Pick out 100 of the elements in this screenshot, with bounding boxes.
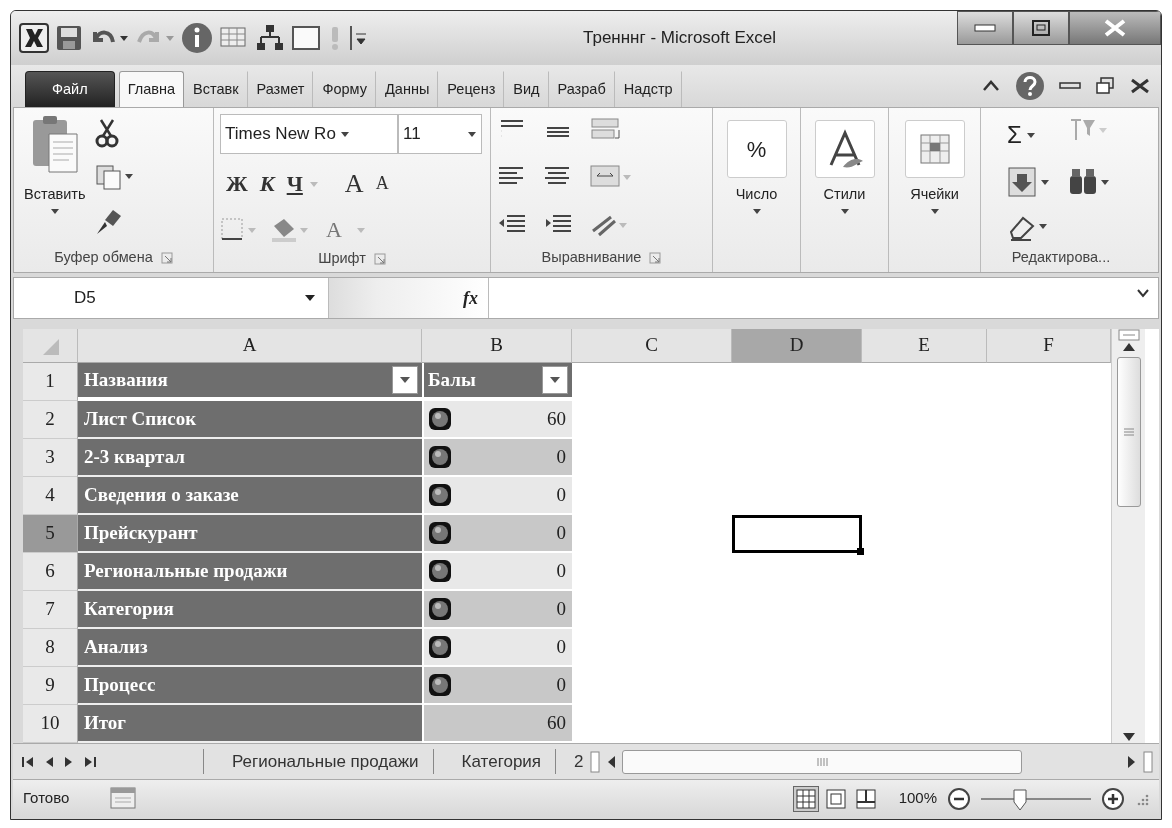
table-cell: 0: [422, 477, 572, 515]
scroll-right-icon[interactable]: [1127, 754, 1137, 769]
active-cell[interactable]: [732, 515, 862, 553]
ribbon-tab[interactable]: Файл: [25, 71, 115, 107]
table-cell: 0: [422, 667, 572, 705]
table-cell: 0: [422, 515, 572, 553]
bold-button[interactable]: Ж: [220, 167, 254, 200]
group-label: Шрифт: [318, 249, 366, 269]
close-button[interactable]: [1069, 11, 1161, 45]
scrollbar-thumb[interactable]: [621, 749, 1022, 774]
table-cell: 0: [422, 591, 572, 629]
page-break-icon: [854, 787, 877, 810]
group-label: Редактирова...: [1011, 248, 1111, 268]
view-button[interactable]: [792, 785, 819, 812]
column-header[interactable]: F: [987, 329, 1111, 363]
zoom-in-icon[interactable]: [1101, 786, 1125, 811]
copy-icon[interactable]: [95, 164, 136, 190]
group-label: Выравнивание: [541, 248, 642, 268]
font-color-button[interactable]: A: [320, 213, 348, 246]
grow-font-button[interactable]: A: [338, 164, 370, 203]
page-layout-icon: [824, 787, 847, 810]
square-icon[interactable]: [291, 24, 321, 52]
normal-view-icon: [794, 787, 817, 810]
column-header[interactable]: D: [732, 329, 862, 363]
font-size-field[interactable]: 11: [398, 114, 482, 154]
column-header[interactable]: B: [422, 329, 572, 363]
table-cell: 0: [422, 553, 572, 591]
restore-icon: [1031, 19, 1051, 37]
zoom-out-icon[interactable]: [947, 786, 971, 811]
filter-dropdown-button[interactable]: [392, 366, 418, 394]
caret-icon: [549, 376, 561, 384]
customize-toolbar-icon[interactable]: [349, 24, 367, 52]
caret-icon: [339, 129, 350, 139]
excel-logo-icon[interactable]: [19, 23, 49, 53]
row-header[interactable]: 5: [23, 515, 78, 553]
italic-button[interactable]: К: [253, 167, 281, 200]
fill-down-icon[interactable]: [1007, 166, 1051, 198]
font-name-field[interactable]: Times New Ro: [220, 114, 398, 154]
scissors-icon[interactable]: [95, 118, 120, 148]
table-cell: Прейскурант: [78, 515, 422, 553]
split-handle-icon[interactable]: [1117, 329, 1140, 341]
ribbon-tab[interactable]: Главна: [118, 71, 184, 107]
underline-button[interactable]: Ч: [280, 167, 309, 200]
row-header[interactable]: 1: [23, 363, 78, 401]
help-icon[interactable]: [1015, 71, 1045, 101]
caret-icon: [399, 376, 411, 384]
dialog-launcher-icon[interactable]: [373, 253, 386, 265]
table-cell: 60: [422, 401, 572, 439]
table-cell: Итог: [78, 705, 422, 743]
autosum-button[interactable]: Σ: [1007, 116, 1067, 154]
close-icon[interactable]: [1129, 77, 1151, 95]
save-icon[interactable]: [55, 24, 83, 52]
row-header[interactable]: 8: [23, 629, 78, 667]
row-header[interactable]: 6: [23, 553, 78, 591]
table-cell: Категория: [78, 591, 422, 629]
filter-dropdown-button[interactable]: [542, 366, 568, 394]
minimize-icon[interactable]: [1059, 81, 1081, 91]
dialog-launcher-icon[interactable]: [160, 252, 173, 264]
close-icon: [1102, 18, 1128, 38]
table-cell: Региональные продажи: [78, 553, 422, 591]
first-sheet-icon[interactable]: [21, 755, 35, 768]
shrink-font-button[interactable]: A: [369, 170, 395, 197]
table-cell: Процесс: [78, 667, 422, 705]
paste-button[interactable]: Вставить: [20, 112, 90, 244]
sheet-tab[interactable]: 2: [555, 748, 584, 775]
sheet-tab[interactable]: Региональные продажи: [203, 748, 433, 775]
minimize-icon: [974, 23, 996, 33]
maximize-button[interactable]: [1013, 11, 1069, 45]
zoom-level[interactable]: 100%: [898, 787, 937, 810]
row-header[interactable]: 4: [23, 477, 78, 515]
scrollbar-thumb[interactable]: [1116, 357, 1141, 507]
table-cell: 0: [422, 439, 572, 477]
split-handle-icon[interactable]: [589, 750, 600, 773]
column-header[interactable]: E: [862, 329, 987, 363]
table-cell: 0: [422, 629, 572, 667]
row-header[interactable]: 9: [23, 667, 78, 705]
column-header[interactable]: C: [572, 329, 732, 363]
row-header[interactable]: 3: [23, 439, 78, 477]
styles-button[interactable]: Стили: [810, 112, 879, 244]
diagram-icon[interactable]: [255, 23, 285, 53]
column-header[interactable]: A: [78, 329, 422, 363]
table-cell: 60: [422, 705, 572, 743]
split-handle-icon[interactable]: [1143, 750, 1153, 773]
caret-icon: [1025, 130, 1036, 140]
cells-button[interactable]: Ячейки: [900, 112, 969, 244]
minimize-button[interactable]: [957, 11, 1013, 45]
number-format-button[interactable]: % Число: [722, 112, 791, 244]
dialog-launcher-icon[interactable]: [649, 252, 662, 264]
status-text: Готово: [23, 788, 70, 809]
row-header[interactable]: 10: [23, 705, 78, 743]
table-cell: Сведения о заказе: [78, 477, 422, 515]
last-sheet-icon[interactable]: [83, 755, 97, 768]
info-icon[interactable]: [181, 22, 213, 54]
row-header[interactable]: 7: [23, 591, 78, 629]
scroll-up-icon[interactable]: [1121, 341, 1136, 353]
restore-icon[interactable]: [1095, 76, 1115, 96]
caret-icon: [467, 129, 477, 139]
zoom-slider-thumb[interactable]: [1012, 787, 1027, 810]
sheet-tab[interactable]: Категория: [432, 748, 556, 775]
row-header[interactable]: 2: [23, 401, 78, 439]
